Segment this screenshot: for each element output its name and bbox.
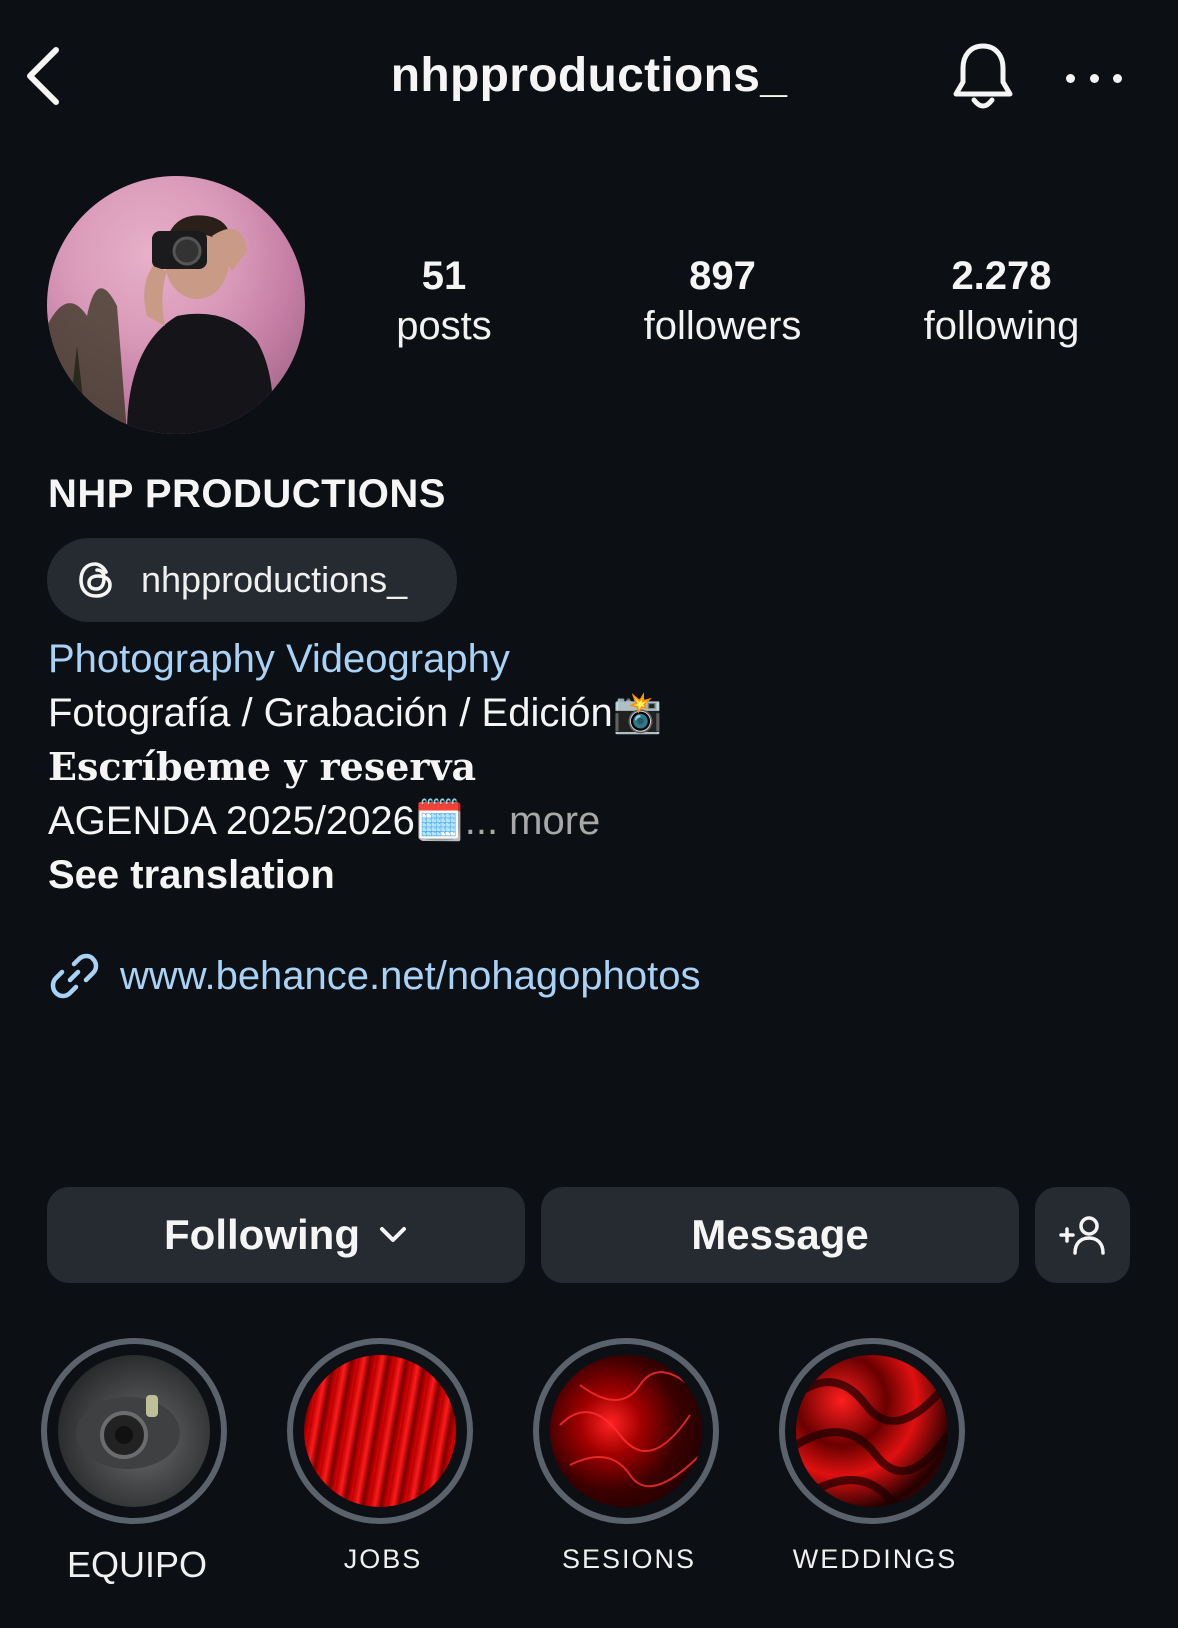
- profile-link[interactable]: www.behance.net/nohagophotos: [48, 950, 700, 1002]
- highlight-cover: [550, 1355, 702, 1507]
- following-button[interactable]: Following: [47, 1187, 525, 1283]
- followers-count: 897: [689, 254, 756, 298]
- profile-link-text: www.behance.net/nohagophotos: [120, 953, 701, 998]
- avatar[interactable]: [47, 176, 305, 434]
- posts-stat[interactable]: 51 posts: [374, 252, 514, 352]
- highlight-label: SESIONS: [561, 1544, 697, 1574]
- more-horizontal-icon: [1066, 73, 1075, 83]
- threads-badge[interactable]: nhpproductions_: [47, 538, 457, 622]
- notifications-button[interactable]: [950, 40, 1016, 114]
- profile-full-name: NHP PRODUCTIONS: [48, 472, 446, 516]
- suggested-users-button[interactable]: [1035, 1187, 1130, 1283]
- message-button-label: Message: [691, 1211, 869, 1258]
- highlight-jobs[interactable]: JOBS: [287, 1338, 479, 1575]
- posts-label: posts: [396, 304, 492, 348]
- threads-handle: nhpproductions_: [141, 559, 408, 600]
- see-translation-link[interactable]: See translation: [48, 848, 335, 902]
- highlight-cover: [58, 1355, 210, 1507]
- highlight-cover: [304, 1355, 456, 1507]
- following-count: 2.278: [951, 254, 1052, 298]
- highlight-ring: [779, 1338, 965, 1524]
- more-link[interactable]: ... more: [465, 799, 601, 843]
- link-icon: [50, 953, 99, 999]
- highlight-label: EQUIPO: [66, 1544, 208, 1585]
- highlight-cover: [796, 1355, 948, 1507]
- followers-stat[interactable]: 897 followers: [630, 252, 815, 352]
- chevron-down-icon: [379, 1227, 406, 1242]
- threads-icon: [79, 562, 112, 598]
- following-stat[interactable]: 2.278 following: [904, 252, 1099, 352]
- highlight-ring: [533, 1338, 719, 1524]
- bio-line-3: AGENDA 2025/2026🗓️... more: [48, 794, 600, 848]
- following-button-label: Following: [164, 1211, 360, 1258]
- following-label: following: [923, 304, 1080, 348]
- followers-label: followers: [643, 304, 802, 348]
- bio-line-3-text: AGENDA 2025/2026🗓️: [48, 799, 465, 843]
- message-button[interactable]: Message: [541, 1187, 1019, 1283]
- add-user-icon: [1058, 1216, 1105, 1255]
- avatar-photo: [47, 215, 273, 434]
- bio-line-1: Fotografía / Grabación / Edición📸: [48, 691, 663, 735]
- bell-icon: [953, 43, 1013, 109]
- bio-line-2: 𝐄𝐬𝐜𝐫í𝐛𝐞𝐦𝐞 𝐲 𝐫𝐞𝐬𝐞𝐫𝐯𝐚: [48, 744, 477, 789]
- highlight-label: JOBS: [343, 1544, 423, 1574]
- profile-category[interactable]: Photography Videography: [48, 632, 510, 686]
- highlight-ring: [41, 1338, 227, 1524]
- highlight-label: WEDDINGS: [792, 1544, 958, 1574]
- highlight-weddings[interactable]: WEDDINGS: [779, 1338, 971, 1575]
- highlight-equipo[interactable]: EQUIPO: [41, 1338, 233, 1586]
- highlight-sesions[interactable]: SESIONS: [533, 1338, 725, 1575]
- highlight-ring: [287, 1338, 473, 1524]
- more-options-button[interactable]: [1066, 58, 1122, 98]
- posts-count: 51: [421, 254, 467, 298]
